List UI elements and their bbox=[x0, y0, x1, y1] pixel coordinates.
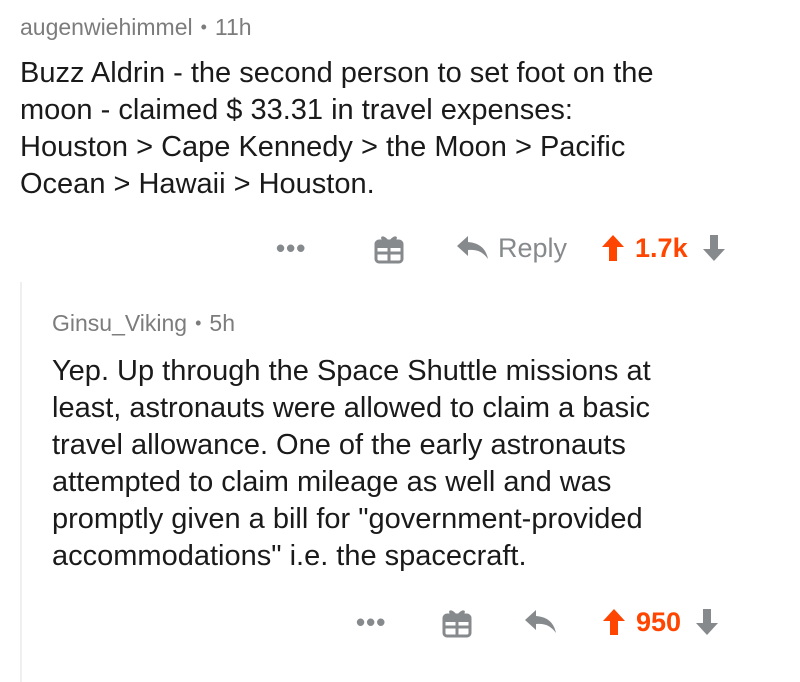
upvote-arrow-icon bbox=[603, 609, 625, 635]
more-icon[interactable]: ••• bbox=[276, 233, 332, 264]
reply-meta: Ginsu_Viking • 5h bbox=[52, 310, 780, 337]
gift-icon[interactable] bbox=[442, 606, 472, 638]
reply-body: Yep. Up through the Space Shuttle missio… bbox=[52, 353, 780, 575]
comment-meta: augenwiehimmel • 11h bbox=[20, 14, 780, 41]
reply-age: 5h bbox=[209, 310, 236, 336]
comment-text-line: Houston > Cape Kennedy > the Moon > Paci… bbox=[20, 131, 626, 163]
comment-text-line: Buzz Aldrin - the second person to set f… bbox=[20, 57, 654, 89]
comment-actions: ••• Reply 1.7k bbox=[276, 226, 726, 270]
comment-age: 11h bbox=[214, 14, 252, 40]
vote-score: 1.7k bbox=[635, 232, 688, 263]
meta-separator: • bbox=[195, 313, 202, 333]
upvote-button[interactable] bbox=[601, 234, 625, 262]
comment-username[interactable]: augenwiehimmel bbox=[20, 14, 193, 41]
reply-text-line: attempted to claim mileage as well and w… bbox=[52, 466, 612, 498]
vote-score: 950 bbox=[636, 606, 682, 637]
reply-button[interactable] bbox=[524, 609, 558, 635]
reply-text-line: travel allowance. One of the early astro… bbox=[52, 429, 626, 461]
reply-arrow-icon bbox=[525, 610, 556, 633]
reply-text-line: promptly given a bill for "government-pr… bbox=[52, 503, 643, 535]
downvote-button[interactable] bbox=[695, 608, 719, 636]
comment: augenwiehimmel • 11h Buzz Aldrin - the s… bbox=[20, 0, 780, 203]
comment-text-line: moon - claimed $ 33.31 in travel expense… bbox=[20, 94, 573, 126]
meta-separator: • bbox=[200, 17, 207, 37]
more-icon[interactable]: ••• bbox=[356, 607, 412, 638]
reply-text-line: Yep. Up through the Space Shuttle missio… bbox=[52, 355, 651, 387]
gift-icon[interactable] bbox=[374, 232, 404, 264]
reply-comment: Ginsu_Viking • 5h Yep. Up through the Sp… bbox=[52, 282, 780, 575]
reply-arrow-icon bbox=[457, 236, 488, 259]
reply-text-line: least, astronauts were allowed to claim … bbox=[52, 392, 651, 424]
upvote-button[interactable] bbox=[602, 608, 626, 636]
reply-label: Reply bbox=[498, 232, 568, 263]
reply-text-line: accommodations" i.e. the spacecraft. bbox=[52, 540, 527, 572]
downvote-button[interactable] bbox=[702, 234, 726, 262]
reply-username[interactable]: Ginsu_Viking bbox=[52, 310, 187, 337]
reply-actions: ••• 950 bbox=[356, 600, 719, 644]
upvote-arrow-icon bbox=[602, 235, 625, 261]
comment-body: Buzz Aldrin - the second person to set f… bbox=[20, 55, 780, 203]
downvote-arrow-icon bbox=[696, 609, 719, 635]
comment-text-line: Ocean > Hawaii > Houston. bbox=[20, 168, 375, 200]
reply-button[interactable]: Reply bbox=[456, 233, 567, 264]
downvote-arrow-icon bbox=[702, 235, 725, 261]
